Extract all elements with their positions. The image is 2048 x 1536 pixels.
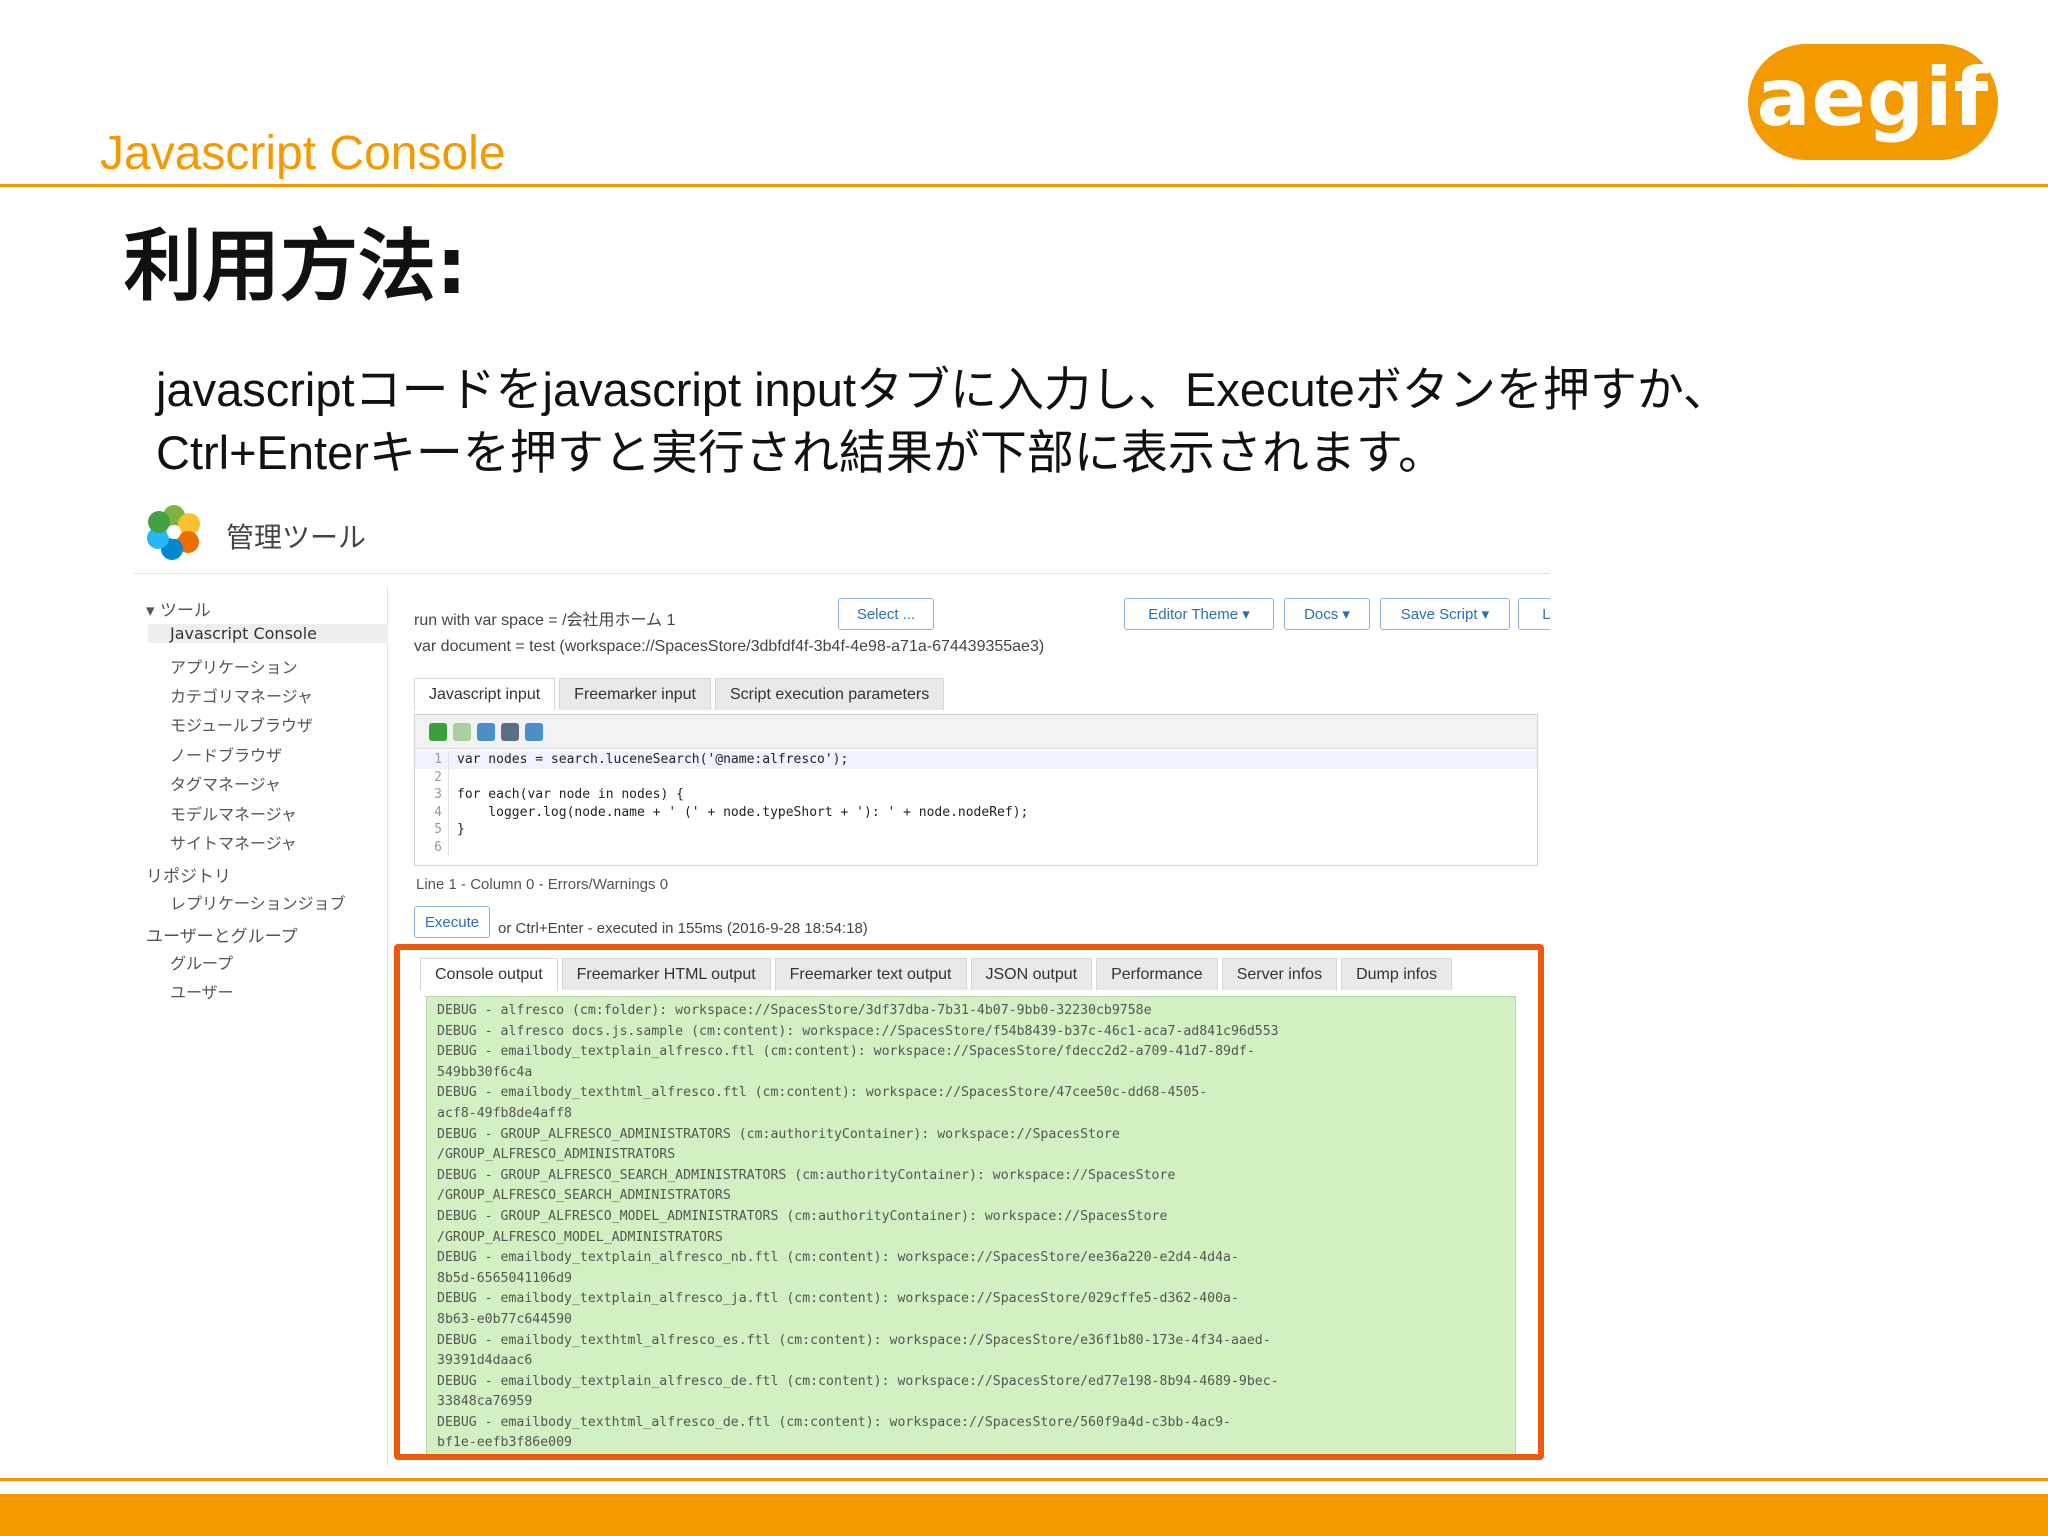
sidebar-item-category-manager[interactable]: カテゴリマネージャ xyxy=(170,683,313,707)
code-line: 1 var nodes = search.luceneSearch('@name:… xyxy=(415,751,1537,769)
console-output-line: 549bb30f6c4a xyxy=(437,1064,533,1080)
run-with-space-label: run with var space = /会社用ホーム 1 xyxy=(414,612,676,629)
code-lines: 1 var nodes = search.luceneSearch('@name:… xyxy=(415,751,1537,856)
console-output-line: DEBUG - GROUP_ALFRESCO_ADMINISTRATORS (c… xyxy=(437,1126,1120,1142)
editor-theme-button[interactable]: Editor Theme ▾ xyxy=(1124,598,1274,630)
docs-button[interactable]: Docs ▾ xyxy=(1284,598,1370,630)
sidebar-item-groups[interactable]: グループ xyxy=(170,950,233,974)
console-output-line: /GROUP_ALFRESCO_ADMINISTRATORS xyxy=(437,1147,676,1163)
tab-script-execution-parameters[interactable]: Script execution parameters xyxy=(715,678,945,710)
execution-note: or Ctrl+Enter - executed in 155ms (2016-… xyxy=(498,920,868,937)
save-document-icon[interactable] xyxy=(525,723,543,741)
console-output-line: 33848ca76959 xyxy=(437,1394,533,1410)
console-output-panel[interactable]: DEBUG - alfresco (cm:folder): workspace:… xyxy=(426,996,1516,1454)
console-output-line: acf8-49fb8de4aff8 xyxy=(437,1105,572,1121)
console-output-line: DEBUG - emailbody_texthtml_alfresco_es.f… xyxy=(437,1332,1271,1348)
slide-heading: 利用方法: xyxy=(124,222,468,312)
console-output-line: DEBUG - GROUP_ALFRESCO_MODEL_ADMINISTRAT… xyxy=(437,1208,1168,1224)
console-output-line: /GROUP_ALFRESCO_MODEL_ADMINISTRATORS xyxy=(437,1229,723,1245)
code-editor[interactable]: 1 var nodes = search.luceneSearch('@name:… xyxy=(414,714,1538,866)
console-output-line: DEBUG - alfresco docs.js.sample (cm:cont… xyxy=(437,1023,1279,1039)
console-output-text: DEBUG - alfresco (cm:folder): workspace:… xyxy=(427,997,1515,1454)
sidebar-item-applications[interactable]: アプリケーション xyxy=(170,654,298,678)
sidebar-group-repository[interactable]: リポジトリ xyxy=(146,862,231,887)
console-output-line: /GROUP_ALFRESCO_SEARCH_ADMINISTRATORS xyxy=(437,1188,731,1204)
aegif-logo: aegif xyxy=(1748,44,1998,160)
sidebar-item-site-manager[interactable]: サイトマネージャ xyxy=(170,830,297,854)
undo-icon[interactable] xyxy=(429,723,447,741)
tab-json-output[interactable]: JSON output xyxy=(970,958,1093,990)
admin-tool-screenshot: 管理ツール ▾ ツール Javascript Console アプリケーション … xyxy=(134,490,1550,1466)
tab-dump-infos[interactable]: Dump infos xyxy=(1341,958,1452,990)
console-output-line: bf1e-eefb3f86e009 xyxy=(437,1435,572,1451)
save-script-button[interactable]: Save Script ▾ xyxy=(1380,598,1510,630)
console-output-line: DEBUG - emailbody_textplain_alfresco_ja.… xyxy=(437,1291,1239,1307)
alfresco-flower-icon xyxy=(147,505,200,560)
sidebar-item-tag-manager[interactable]: タグマネージャ xyxy=(170,771,281,795)
editor-toolbar xyxy=(415,715,1537,749)
description-line-1: javascriptコードをjavascript inputタブに入力し、Exe… xyxy=(156,363,1730,416)
code-line: 2 xyxy=(415,768,1537,786)
indent-icon[interactable] xyxy=(501,723,519,741)
section-title: Javascript Console xyxy=(100,127,506,180)
select-button[interactable]: Select ... xyxy=(838,598,934,630)
slide-description: javascriptコードをjavascript inputタブに入力し、Exe… xyxy=(156,358,1956,484)
footer-bar xyxy=(0,1494,2048,1536)
var-document-label: var document = test (workspace://SpacesS… xyxy=(414,638,1045,655)
sidebar-item-replication-jobs[interactable]: レプリケーションジョブ xyxy=(170,890,346,914)
description-line-2: Ctrl+Enterキーを押すと実行され結果が下部に表示されます。 xyxy=(156,426,1446,479)
execute-button[interactable]: Execute xyxy=(414,906,490,938)
footer-divider xyxy=(0,1478,2048,1481)
code-line: 6 xyxy=(415,838,1537,856)
console-output-line: DEBUG - emailbody_textplain_alfresco_de.… xyxy=(437,1373,1279,1389)
sidebar-item-users[interactable]: ユーザー xyxy=(170,979,234,1003)
tab-javascript-input[interactable]: Javascript input xyxy=(414,678,556,710)
console-output-line: 8b63-e0b77c644590 xyxy=(437,1311,572,1327)
editor-status-line: Line 1 - Column 0 - Errors/Warnings 0 xyxy=(416,876,669,893)
input-tabs: Javascript input Freemarker input Script… xyxy=(414,678,948,710)
load-script-button[interactable]: Load Script ▾ xyxy=(1518,598,1550,630)
console-output-line: DEBUG - emailbody_texthtml_alfresco_de.f… xyxy=(437,1414,1231,1430)
sidebar-group-tools[interactable]: ▾ ツール xyxy=(146,596,211,621)
sidebar-item-node-browser[interactable]: ノードブラウザ xyxy=(170,742,282,766)
code-line: 5} xyxy=(415,821,1537,839)
code-line: 4 logger.log(node.name + ' (' + node.typ… xyxy=(415,803,1537,821)
output-highlight-frame: Console output Freemarker HTML output Fr… xyxy=(394,944,1544,1460)
tab-freemarker-text-output[interactable]: Freemarker text output xyxy=(774,958,967,990)
tab-console-output[interactable]: Console output xyxy=(420,958,558,990)
header-divider xyxy=(0,184,2048,187)
tab-freemarker-html-output[interactable]: Freemarker HTML output xyxy=(561,958,771,990)
new-document-icon[interactable] xyxy=(477,723,495,741)
console-output-line: 39391d4daac6 xyxy=(437,1353,533,1369)
console-output-line: DEBUG - emailbody_textplain_alfresco.ftl… xyxy=(437,1044,1255,1060)
app-title: 管理ツール xyxy=(226,521,367,554)
app-header: 管理ツール xyxy=(134,490,1550,574)
tab-freemarker-input[interactable]: Freemarker input xyxy=(559,678,711,710)
console-output-line: DEBUG - emailbody_texthtml_alfresco.ftl … xyxy=(437,1085,1208,1101)
console-output-line: DEBUG - emailbody_textplain_alfresco_nb.… xyxy=(437,1250,1239,1266)
sidebar-item-javascript-console[interactable]: Javascript Console xyxy=(148,624,388,643)
console-output-line: DEBUG - GROUP_ALFRESCO_SEARCH_ADMINISTRA… xyxy=(437,1167,1176,1183)
console-output-line: 8b5d-6565041106d9 xyxy=(437,1270,572,1286)
tab-server-infos[interactable]: Server infos xyxy=(1221,958,1338,990)
redo-icon[interactable] xyxy=(453,723,471,741)
sidebar-item-module-browser[interactable]: モジュールブラウザ xyxy=(170,712,313,736)
code-line: 3 for each(var node in nodes) { xyxy=(415,786,1537,804)
logo-text: aegif xyxy=(1756,50,1990,144)
sidebar: ▾ ツール Javascript Console アプリケーション カテゴリマネ… xyxy=(134,586,388,1466)
console-output-line: DEBUG - alfresco (cm:folder): workspace:… xyxy=(437,1003,1152,1018)
output-tabs: Console output Freemarker HTML output Fr… xyxy=(420,958,1456,990)
sidebar-item-model-manager[interactable]: モデルマネージャ xyxy=(170,801,297,825)
sidebar-group-users-groups[interactable]: ユーザーとグループ xyxy=(146,922,298,947)
tab-performance[interactable]: Performance xyxy=(1096,958,1218,990)
